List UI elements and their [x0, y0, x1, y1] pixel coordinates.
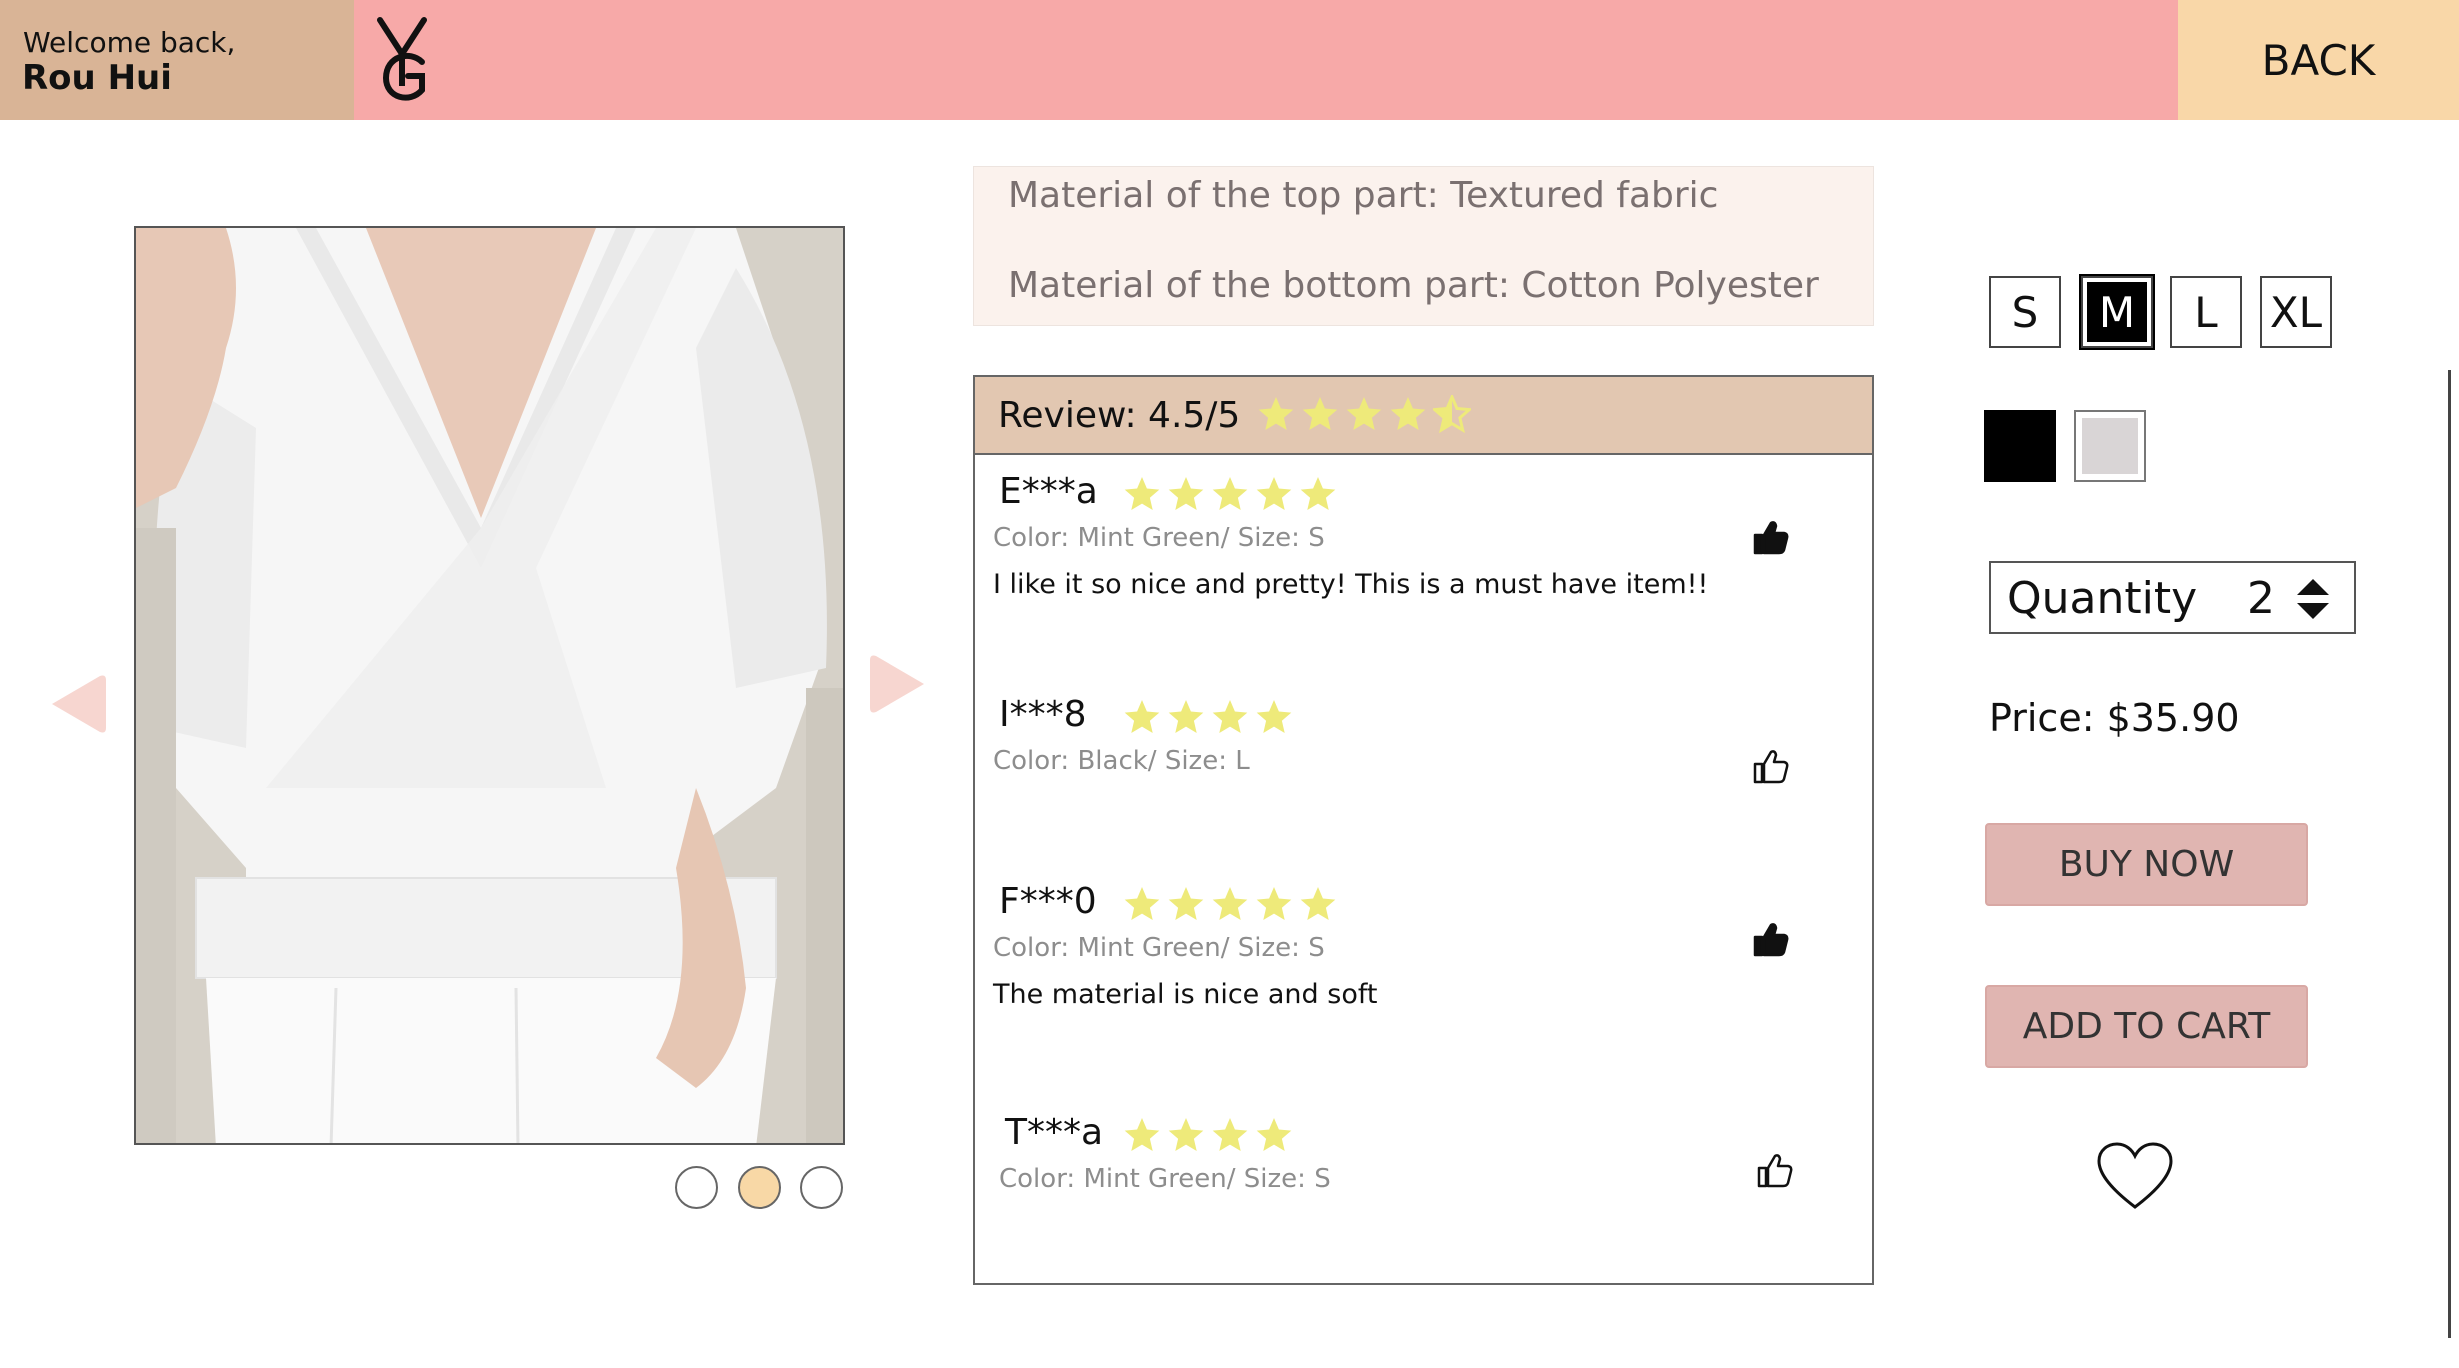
size-option-l[interactable]: L [2170, 276, 2242, 348]
star-icon [1256, 887, 1292, 920]
thumbs-up-outline-icon[interactable] [1751, 746, 1791, 786]
page-scrollbar[interactable] [2448, 370, 2451, 1338]
heart-icon[interactable] [2096, 1141, 2174, 1211]
reviewer-name: F***0 [999, 881, 1097, 922]
star-icon [1168, 700, 1204, 733]
thumbs-up-outline-icon[interactable] [1755, 1150, 1795, 1190]
previous-image-arrow[interactable] [48, 672, 108, 736]
up-down-arrows-icon[interactable] [2295, 577, 2331, 621]
review-text: The material is nice and soft [993, 979, 1378, 1010]
review-variant: Color: Mint Green/ Size: S [993, 523, 1325, 553]
size-option-s[interactable]: S [1989, 276, 2061, 348]
carousel-dot[interactable] [675, 1166, 718, 1209]
star-icon [1212, 887, 1248, 920]
product-photo-illustration [136, 228, 843, 1143]
review-text: I like it so nice and pretty! This is a … [993, 569, 1709, 600]
review-rating-stars [1123, 885, 1337, 923]
next-image-arrow[interactable] [868, 652, 928, 716]
yg-monogram-logo[interactable] [374, 16, 436, 104]
star-icon [1256, 1118, 1292, 1151]
star-icon [1124, 477, 1160, 510]
product-price: Price: $35.90 [1989, 696, 2240, 740]
review-variant: Color: Mint Green/ Size: S [999, 1164, 1331, 1194]
quantity-stepper[interactable]: Quantity 2 [1989, 561, 2356, 634]
thumbs-up-filled-icon[interactable] [1751, 919, 1791, 959]
welcome-panel: Welcome back, Rou Hui [0, 0, 354, 120]
product-photo [134, 226, 845, 1145]
star-icon [1390, 397, 1426, 430]
star-icon [1346, 397, 1382, 430]
half-star-icon [1433, 395, 1471, 433]
reviews-header: Review: 4.5/5 [975, 377, 1872, 455]
material-bottom: Material of the bottom part: Cotton Poly… [1008, 265, 1819, 306]
review-rating-stars [1123, 475, 1337, 513]
quantity-value: 2 [2247, 573, 2275, 624]
reviews-title: Review: 4.5/5 [998, 395, 1241, 436]
carousel-dot[interactable] [800, 1166, 843, 1209]
review-variant: Color: Mint Green/ Size: S [993, 933, 1325, 963]
star-icon [1168, 477, 1204, 510]
star-icon [1124, 887, 1160, 920]
star-icon [1168, 887, 1204, 920]
carousel-dot-active[interactable] [738, 1166, 781, 1209]
star-icon [1124, 1118, 1160, 1151]
size-option-xl[interactable]: XL [2260, 276, 2332, 348]
quantity-label: Quantity [2007, 573, 2198, 624]
buy-now-button[interactable]: BUY NOW [1985, 823, 2308, 906]
welcome-text: Welcome back, [23, 26, 236, 59]
color-swatch-black[interactable] [1984, 410, 2056, 482]
thumbs-up-filled-icon[interactable] [1751, 517, 1791, 557]
size-option-m[interactable]: M [2079, 274, 2155, 350]
reviewer-name: I***8 [999, 694, 1087, 735]
review-rating-stars [1123, 698, 1293, 736]
reviewer-name: E***a [999, 471, 1098, 512]
material-info: Material of the top part: Textured fabri… [973, 166, 1874, 326]
star-icon [1302, 397, 1338, 430]
star-icon [1124, 700, 1160, 733]
review-variant: Color: Black/ Size: L [993, 746, 1250, 776]
star-icon [1256, 700, 1292, 733]
user-name: Rou Hui [22, 58, 172, 98]
overall-rating-stars [1257, 395, 1471, 433]
star-icon [1168, 1118, 1204, 1151]
back-button[interactable]: BACK [2178, 0, 2459, 120]
star-icon [1212, 700, 1248, 733]
star-icon [1300, 887, 1336, 920]
review-rating-stars [1123, 1116, 1293, 1154]
star-icon [1258, 397, 1294, 430]
reviews-panel[interactable]: Review: 4.5/5 E***a Color: Mint Green/ S… [973, 375, 1874, 1285]
add-to-cart-button[interactable]: ADD TO CART [1985, 985, 2308, 1068]
star-icon [1212, 477, 1248, 510]
color-swatch-grey[interactable] [2074, 410, 2146, 482]
top-bar: Welcome back, Rou Hui BACK [0, 0, 2459, 120]
star-icon [1300, 477, 1336, 510]
star-icon [1212, 1118, 1248, 1151]
reviewer-name: T***a [1005, 1112, 1104, 1153]
material-top: Material of the top part: Textured fabri… [1008, 175, 1719, 216]
star-icon [1256, 477, 1292, 510]
